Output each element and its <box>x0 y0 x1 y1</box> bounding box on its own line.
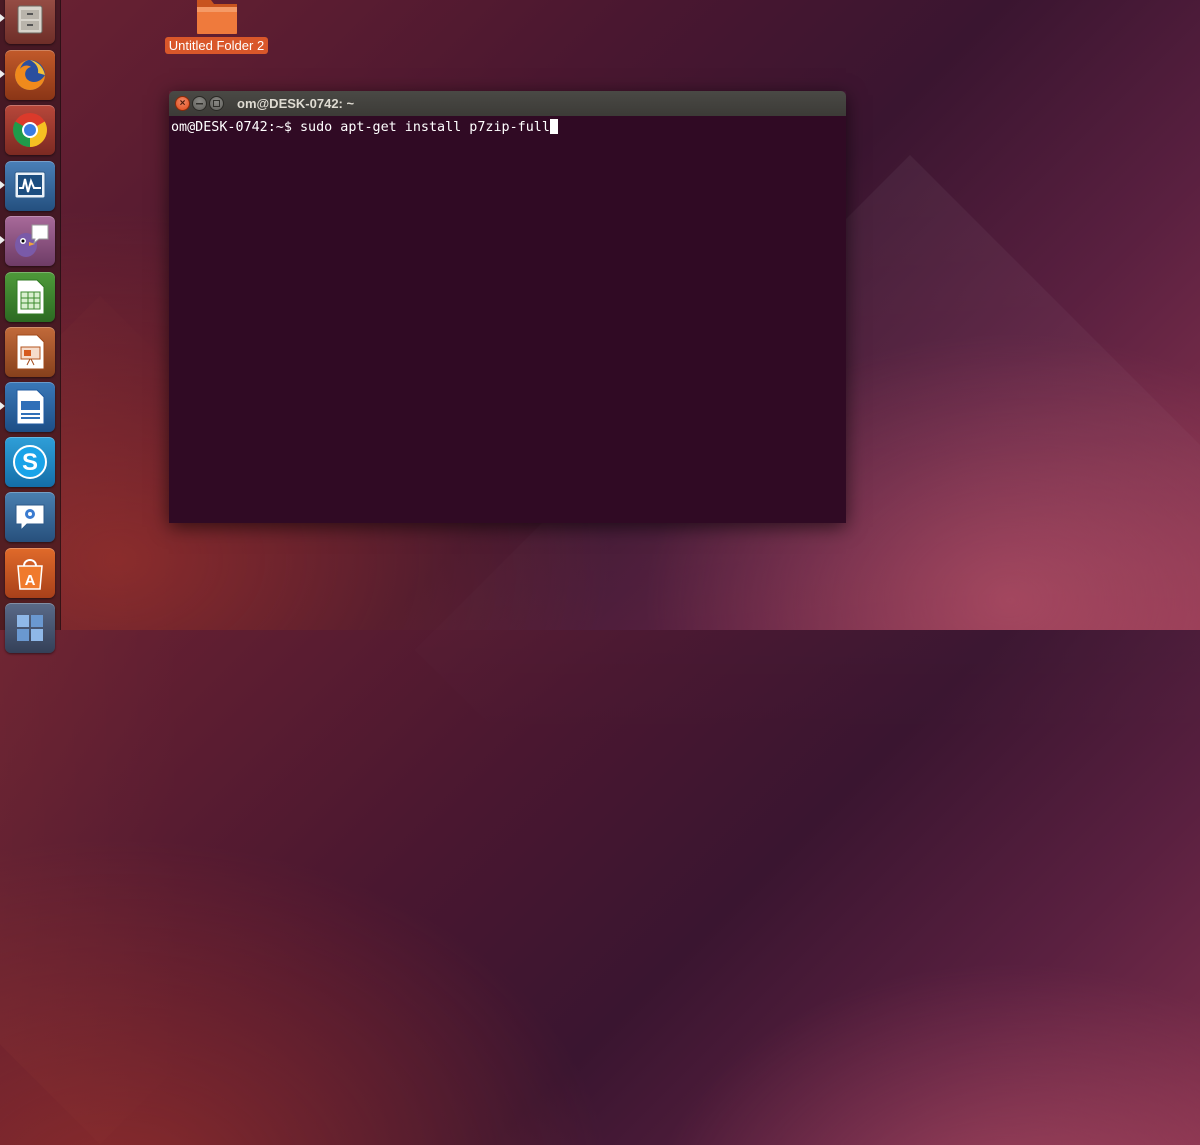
launcher-item-calc[interactable] <box>5 272 55 322</box>
folder-icon <box>195 0 239 36</box>
text-cursor <box>549 119 558 134</box>
terminal-prompt: om@DESK-0742:~$ <box>171 120 300 135</box>
presentation-icon <box>5 327 55 377</box>
launcher-item-writer[interactable] <box>5 382 55 432</box>
minimize-icon <box>196 103 203 105</box>
launcher: S A <box>0 0 61 653</box>
window-titlebar[interactable]: × om@DESK-0742: ~ <box>169 91 846 117</box>
terminal-command: sudo apt-get install p7zip-full <box>300 120 550 135</box>
desktop-folder[interactable]: Untitled Folder 2 <box>160 0 273 55</box>
terminal-body[interactable]: om@DESK-0742:~$ sudo apt-get install p7z… <box>169 116 846 523</box>
minimize-button[interactable] <box>192 96 207 111</box>
maximize-icon <box>213 100 220 107</box>
pidgin-icon <box>5 216 55 266</box>
maximize-button[interactable] <box>209 96 224 111</box>
close-button[interactable]: × <box>175 96 190 111</box>
folder-label: Untitled Folder 2 <box>164 37 269 54</box>
launcher-item-firefox[interactable] <box>5 50 55 100</box>
launcher-item-skype[interactable]: S <box>5 437 55 487</box>
launcher-item-empathy[interactable] <box>5 492 55 542</box>
svg-text:A: A <box>25 572 36 589</box>
launcher-item-impress[interactable] <box>5 327 55 377</box>
file-cabinet-icon <box>5 0 55 44</box>
skype-icon: S <box>5 437 55 487</box>
launcher-item-software-center[interactable]: A <box>5 548 55 598</box>
firefox-icon <box>5 50 55 100</box>
window-title: om@DESK-0742: ~ <box>237 96 355 111</box>
launcher-item-files[interactable] <box>5 0 55 44</box>
launcher-item-pidgin[interactable] <box>5 216 55 266</box>
document-icon <box>5 382 55 432</box>
workspace-switcher-icon <box>5 603 55 653</box>
close-icon: × <box>179 97 186 109</box>
launcher-item-chromium[interactable] <box>5 105 55 155</box>
terminal-line: om@DESK-0742:~$ sudo apt-get install p7z… <box>171 119 558 135</box>
chromium-icon <box>5 105 55 155</box>
system-monitor-icon <box>5 161 55 211</box>
spreadsheet-icon <box>5 272 55 322</box>
terminal-window[interactable]: × om@DESK-0742: ~ om@DESK-0742:~$ sudo a… <box>169 91 846 523</box>
svg-text:S: S <box>22 449 38 476</box>
launcher-item-workspaces[interactable] <box>5 603 55 653</box>
chat-icon <box>5 492 55 542</box>
shopping-bag-icon: A <box>5 548 55 598</box>
launcher-item-system-monitor[interactable] <box>5 161 55 211</box>
